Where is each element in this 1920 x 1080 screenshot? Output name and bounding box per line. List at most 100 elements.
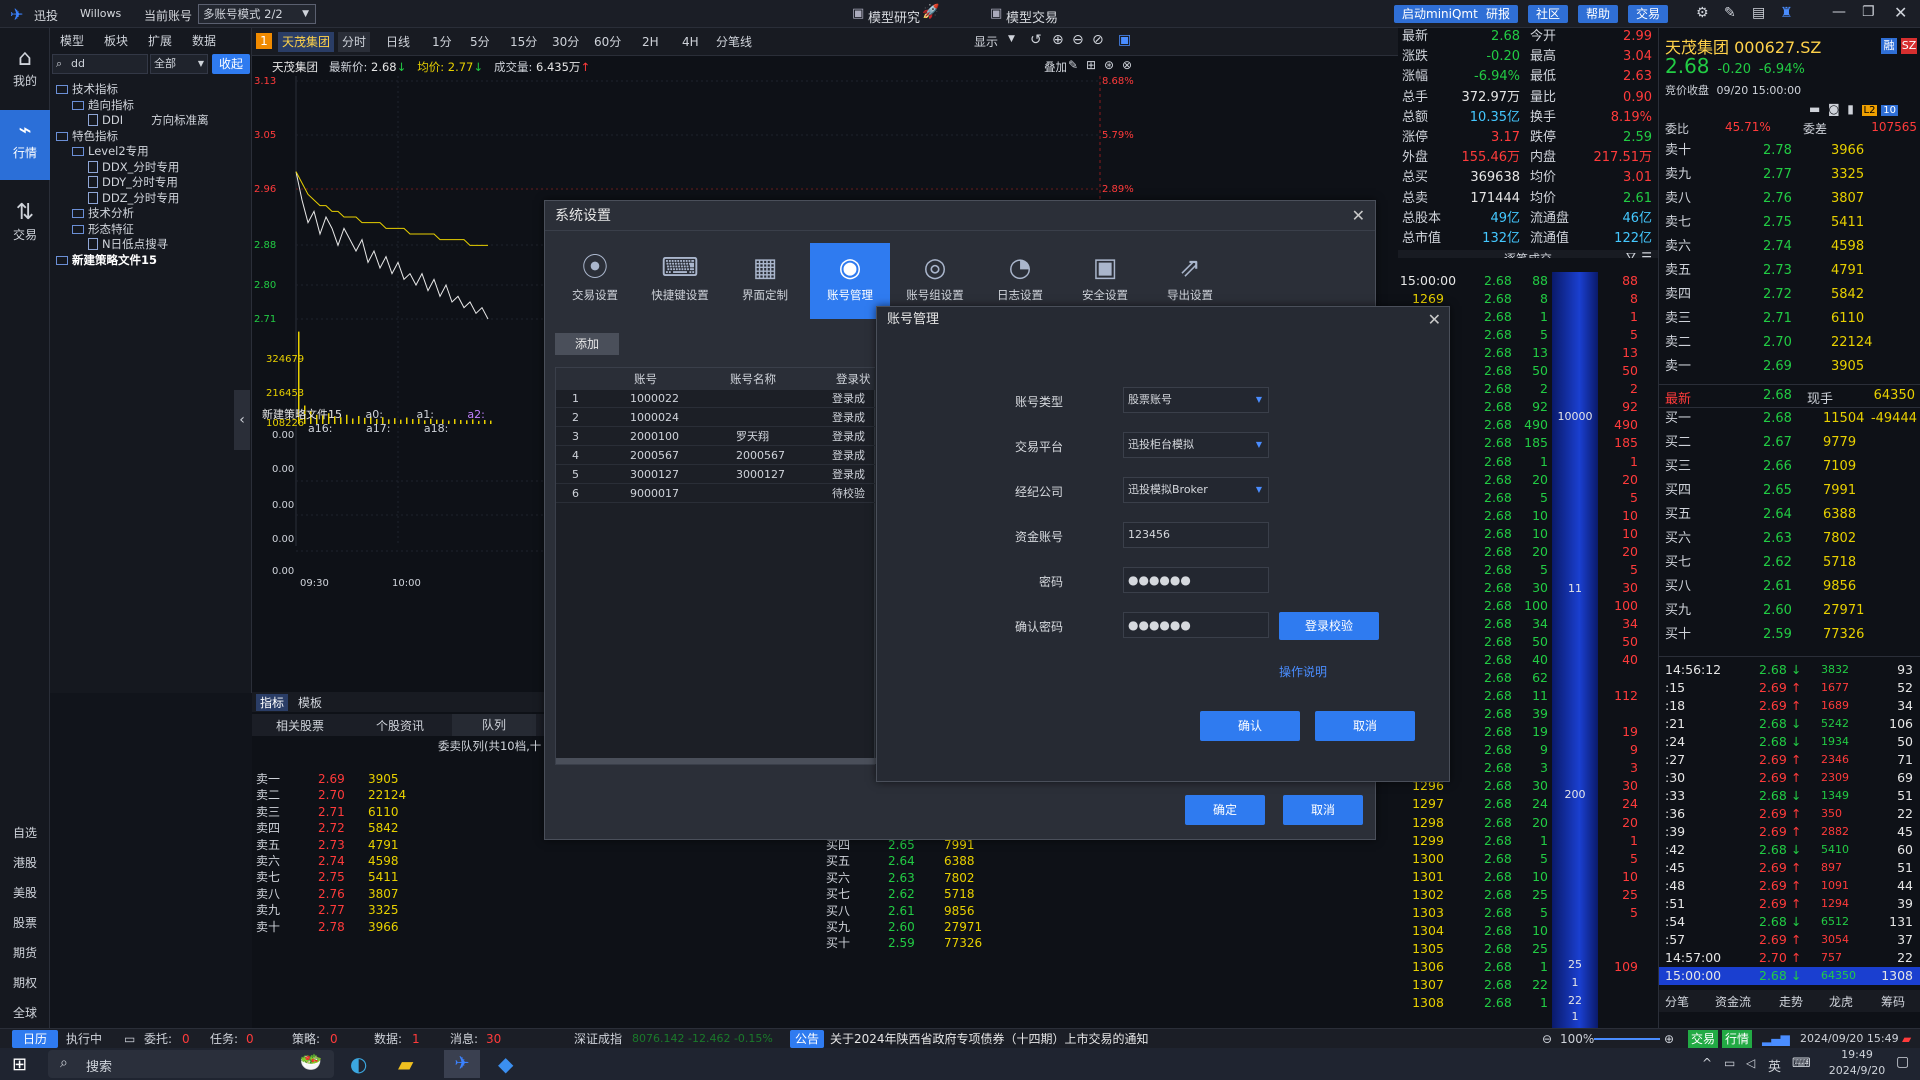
calendar-button[interactable]: 日历 xyxy=(12,1030,58,1048)
xuntou-app-icon[interactable]: ✈ xyxy=(444,1050,480,1078)
order-book-row[interactable]: 卖八 2.76 3807 xyxy=(1659,190,1920,208)
period-tab[interactable]: 60分 xyxy=(590,32,625,52)
nav-hk[interactable]: 港股 xyxy=(0,848,50,878)
nav-options[interactable]: 期权 xyxy=(0,968,50,998)
account-row[interactable]: 3 2000100 罗天翔 登录成 xyxy=(556,428,876,446)
account-row[interactable]: 1 1000022 登录成 xyxy=(556,390,876,408)
level10-badge[interactable]: 10 xyxy=(1881,105,1899,116)
windows-start-icon[interactable]: ⊞ xyxy=(12,1054,27,1075)
tree-item[interactable]: 新建策略文件15 xyxy=(56,251,157,270)
nav-watchlist[interactable]: 自选 xyxy=(0,818,50,848)
camera-icon[interactable]: ◙ xyxy=(1828,102,1840,116)
tab-queue[interactable]: 队列 xyxy=(452,714,536,736)
model-trade-menu[interactable]: 模型交易 xyxy=(1006,7,1058,26)
period-tab[interactable]: 1分 xyxy=(428,32,456,52)
user-name[interactable]: Willows xyxy=(80,7,121,20)
period-tab[interactable]: 2H xyxy=(638,32,663,52)
tab-model[interactable]: 模型 xyxy=(50,30,94,52)
zoom-out-icon[interactable]: ⊖ xyxy=(1072,32,1084,48)
order-book-row[interactable]: 卖五 2.73 4791 xyxy=(1659,262,1920,280)
period-tab[interactable]: 4H xyxy=(678,32,703,52)
order-book-row[interactable]: 卖二 2.70 22124 xyxy=(1659,334,1920,352)
password-input[interactable]: ●●●●●● xyxy=(1123,567,1269,593)
account-mode-select[interactable]: 多账号模式 2/2 ▼ xyxy=(198,4,316,24)
period-tab[interactable]: 15分 xyxy=(506,32,541,52)
fund-account-input[interactable]: 123456 xyxy=(1123,522,1269,548)
tab-chips[interactable]: 筹码 xyxy=(1881,993,1905,1010)
nav-market[interactable]: ⌁ 行情 xyxy=(0,110,50,180)
help-button[interactable]: 帮助 xyxy=(1578,5,1619,23)
nav-trade[interactable]: ⇅ 交易 xyxy=(0,192,50,254)
close-icon[interactable]: ✕ xyxy=(1428,310,1441,329)
close-icon[interactable]: ✕ xyxy=(1894,3,1907,22)
collapse-panel-arrow-icon[interactable]: ‹ xyxy=(234,390,250,450)
period-tab[interactable]: 分时 xyxy=(338,32,371,52)
refresh-icon[interactable]: ⊘ xyxy=(1092,32,1104,48)
tree-filter-select[interactable]: 全部 ▼ xyxy=(150,54,208,74)
settings-cancel-button[interactable]: 取消 xyxy=(1283,795,1363,825)
tab-ticks[interactable]: 分笔 xyxy=(1665,993,1689,1010)
tab-capital-flow[interactable]: 资金流 xyxy=(1715,993,1751,1010)
account-row[interactable]: 2 1000024 登录成 xyxy=(556,409,876,427)
restore-icon[interactable]: ❐ xyxy=(1862,4,1875,20)
nav-mine[interactable]: ⌂ 我的 xyxy=(0,38,50,100)
edge-icon[interactable]: ◐ xyxy=(350,1052,367,1076)
order-book-row[interactable]: 卖四 2.72 5842 xyxy=(1659,286,1920,304)
network-icon[interactable]: ▭ xyxy=(1724,1056,1735,1070)
alert-icon[interactable]: ▰ xyxy=(1902,1029,1911,1049)
period-tab[interactable]: 分笔线 xyxy=(712,32,756,52)
account-type-select[interactable]: 股票账号 ▼ xyxy=(1123,387,1269,413)
account-row[interactable]: 4 2000567 2000567 登录成 xyxy=(556,447,876,465)
order-book-row[interactable]: 买三 2.66 7109 xyxy=(1659,458,1920,476)
gear-icon[interactable]: ⚙ xyxy=(1696,5,1709,21)
settings-tab[interactable]: ⌨ 快捷键设置 xyxy=(640,243,720,319)
tab-data[interactable]: 数据 xyxy=(182,30,226,52)
order-book-row[interactable]: 卖三 2.71 6110 xyxy=(1659,310,1920,328)
order-book-row[interactable]: 买二 2.67 9779 xyxy=(1659,434,1920,452)
chat-icon[interactable]: ▬ xyxy=(1809,102,1820,116)
overlay-label[interactable]: 叠加 xyxy=(1044,59,1067,75)
start-miniqmt-button[interactable]: 启动miniQmt xyxy=(1394,5,1486,23)
zoom-in-icon[interactable]: ⊕ xyxy=(1664,1029,1674,1049)
order-book-row[interactable]: 卖七 2.75 5411 xyxy=(1659,214,1920,232)
trade-button[interactable]: 交易 xyxy=(1628,5,1669,23)
settings-tab[interactable]: ⦿ 交易设置 xyxy=(555,243,635,319)
stock-tab[interactable]: 天茂集团 xyxy=(278,32,335,52)
tab-related-stocks[interactable]: 相关股票 xyxy=(276,717,324,734)
display-menu[interactable]: 显示 xyxy=(970,32,1002,52)
sz-badge[interactable]: SZ xyxy=(1901,38,1917,54)
grid-icon[interactable]: ⊞ xyxy=(1086,58,1096,72)
order-book-row[interactable]: 卖九 2.77 3325 xyxy=(1659,166,1920,184)
order-book-row[interactable]: 买五 2.64 6388 xyxy=(1659,506,1920,524)
close-chart-icon[interactable]: ⊗ xyxy=(1122,58,1132,72)
order-book-row[interactable]: 买十 2.59 77326 xyxy=(1659,626,1920,644)
period-tab[interactable]: 日线 xyxy=(382,32,414,52)
layout-icon[interactable]: ▤ xyxy=(1752,5,1765,21)
model-research-menu[interactable]: 模型研究 xyxy=(868,7,920,26)
ime-indicator[interactable]: 英 xyxy=(1768,1056,1781,1075)
nav-global[interactable]: 全球 xyxy=(0,998,50,1028)
tab-extend[interactable]: 扩展 xyxy=(138,30,182,52)
tab-template[interactable]: 模板 xyxy=(294,694,326,711)
zoom-in-icon[interactable]: ⊕ xyxy=(1052,32,1064,48)
order-book-row[interactable]: 买六 2.63 7802 xyxy=(1659,530,1920,548)
login-verify-button[interactable]: 登录校验 xyxy=(1279,612,1379,640)
order-book-row[interactable]: 卖十 2.78 3966 xyxy=(1659,142,1920,160)
explorer-icon[interactable]: ▰ xyxy=(398,1052,413,1076)
platform-select[interactable]: 迅投柜台模拟 ▼ xyxy=(1123,432,1269,458)
level2-badge[interactable]: L2 xyxy=(1861,105,1878,116)
confirm-password-input[interactable]: ●●●●●● xyxy=(1123,612,1269,638)
taskbar-search[interactable]: ⌕ 搜索 🥗 xyxy=(48,1050,334,1078)
order-book-row[interactable]: 卖六 2.74 4598 xyxy=(1659,238,1920,256)
zoom-out-icon[interactable]: ⊖ xyxy=(1542,1029,1552,1049)
account-row[interactable]: 5 3000127 3000127 登录成 xyxy=(556,466,876,484)
settings-ok-button[interactable]: 确定 xyxy=(1185,795,1265,825)
book-icon[interactable]: ▮ xyxy=(1847,102,1854,116)
financing-badge[interactable]: 融 xyxy=(1881,38,1897,54)
zoom-slider[interactable] xyxy=(1594,1038,1660,1040)
notice-text[interactable]: 关于2024年陕西省政府专项债券（十四期）上市交易的通知 xyxy=(830,1029,1149,1049)
research-button[interactable]: 研报 xyxy=(1478,5,1519,23)
edit-icon[interactable]: ✎ xyxy=(1724,5,1736,21)
community-button[interactable]: 社区 xyxy=(1528,5,1569,23)
order-book-row[interactable]: 买九 2.60 27971 xyxy=(1659,602,1920,620)
